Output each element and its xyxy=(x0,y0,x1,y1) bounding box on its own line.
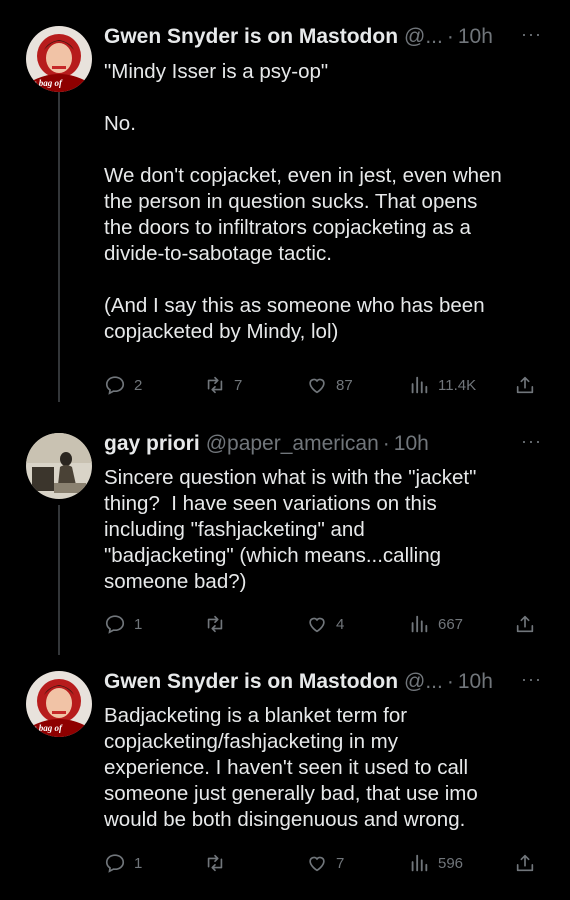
share-icon xyxy=(516,615,534,633)
avatar-image xyxy=(26,433,92,499)
svg-text:a bag of: a bag of xyxy=(32,78,63,88)
tweet-text: Badjacketing is a blanket term for copja… xyxy=(104,704,478,831)
timestamp[interactable]: 10h xyxy=(458,670,493,694)
svg-text:a bag of: a bag of xyxy=(32,723,63,733)
tweet-header: gay priori @paper_american · 10h ··· xyxy=(104,431,556,457)
user-handle[interactable]: @... xyxy=(404,670,443,694)
like-icon xyxy=(309,378,325,394)
action-bar: 1 4 667 xyxy=(104,613,550,637)
avatar-image: a bag of xyxy=(26,26,92,92)
more-icon[interactable]: ··· xyxy=(521,431,542,452)
retweet-icon xyxy=(207,854,223,872)
share-icon xyxy=(516,376,534,394)
retweet-button[interactable] xyxy=(204,852,234,874)
views-count: 11.4K xyxy=(438,376,477,394)
share-button[interactable] xyxy=(514,852,536,874)
display-name[interactable]: Gwen Snyder is on Mastodon xyxy=(104,25,398,49)
like-count: 87 xyxy=(336,376,353,394)
user-handle[interactable]: @... xyxy=(404,25,443,49)
timestamp[interactable]: 10h xyxy=(458,25,493,49)
reply-button[interactable]: 1 xyxy=(104,852,142,874)
action-bar: 2 7 87 11.4K xyxy=(104,374,550,398)
share-icon xyxy=(516,854,534,872)
more-icon[interactable]: ··· xyxy=(521,24,542,45)
retweet-count: 7 xyxy=(234,376,243,394)
reply-icon xyxy=(105,615,125,634)
tweet[interactable]: a bag of Gwen Snyder is on Mastodon @...… xyxy=(0,655,570,900)
like-icon xyxy=(309,617,325,633)
avatar[interactable]: a bag of xyxy=(26,26,92,92)
action-bar: 1 7 596 xyxy=(104,852,550,876)
timestamp[interactable]: 10h xyxy=(394,432,429,456)
reply-button[interactable]: 2 xyxy=(104,374,142,396)
like-button[interactable]: 4 xyxy=(306,613,344,635)
tweet-header: Gwen Snyder is on Mastodon @... · 10h ··… xyxy=(104,24,556,50)
avatar-image: a bag of xyxy=(26,671,92,737)
display-name[interactable]: gay priori xyxy=(104,432,200,456)
share-button[interactable] xyxy=(514,613,536,635)
avatar[interactable]: a bag of xyxy=(26,671,92,737)
views-icon xyxy=(411,615,428,633)
separator: · xyxy=(382,432,390,455)
views-button[interactable]: 667 xyxy=(408,613,463,635)
reply-button[interactable]: 1 xyxy=(104,613,142,635)
tweet-text: Sincere question what is with the "jacke… xyxy=(104,466,477,593)
reply-icon xyxy=(105,854,125,873)
like-button[interactable]: 7 xyxy=(306,852,344,874)
reply-count: 2 xyxy=(134,376,143,394)
views-button[interactable]: 11.4K xyxy=(408,374,476,396)
reply-count: 1 xyxy=(134,615,143,633)
like-count: 7 xyxy=(336,854,345,872)
tweet-header: Gwen Snyder is on Mastodon @... · 10h ··… xyxy=(104,669,556,695)
views-count: 667 xyxy=(438,615,464,633)
separator: · xyxy=(446,670,454,693)
retweet-button[interactable] xyxy=(204,613,234,635)
reply-icon xyxy=(105,376,125,395)
views-button[interactable]: 596 xyxy=(408,852,463,874)
like-button[interactable]: 87 xyxy=(306,374,353,396)
tweet[interactable]: a bag of Gwen Snyder is on Mastodon @...… xyxy=(0,0,570,430)
views-icon xyxy=(411,854,428,872)
more-icon[interactable]: ··· xyxy=(521,669,542,690)
separator: · xyxy=(446,25,454,48)
views-icon xyxy=(411,376,428,394)
avatar[interactable] xyxy=(26,433,92,499)
share-button[interactable] xyxy=(514,374,536,396)
views-count: 596 xyxy=(438,854,464,872)
display-name[interactable]: Gwen Snyder is on Mastodon xyxy=(104,670,398,694)
like-count: 4 xyxy=(336,615,345,633)
retweet-icon xyxy=(207,615,223,633)
user-handle[interactable]: @paper_american xyxy=(206,432,379,456)
reply-count: 1 xyxy=(134,854,143,872)
retweet-button[interactable]: 7 xyxy=(204,374,242,396)
tweet[interactable]: gay priori @paper_american · 10h ··· Sin… xyxy=(0,430,570,655)
like-icon xyxy=(309,856,325,872)
retweet-icon xyxy=(207,376,223,394)
tweet-text: "Mindy Isser is a psy-op" No. We don't c… xyxy=(104,60,502,343)
